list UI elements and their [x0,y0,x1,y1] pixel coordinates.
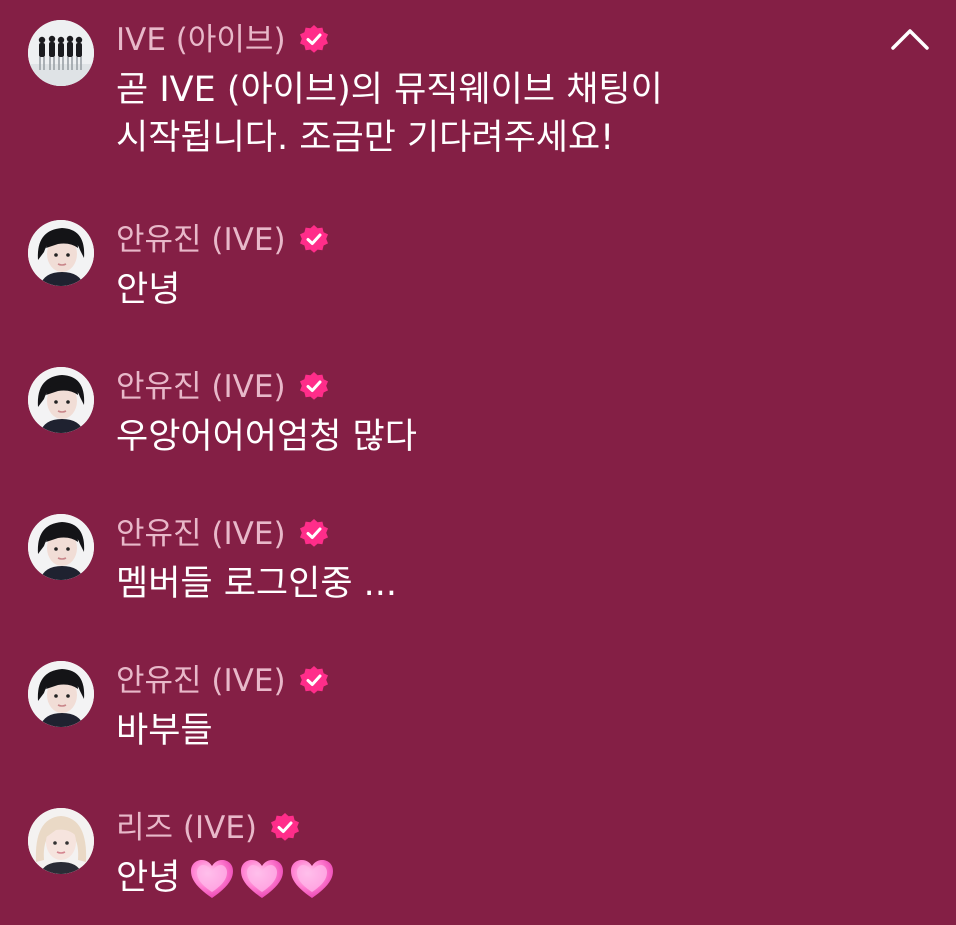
sender-name: 안유진 (IVE) [116,516,286,552]
sender-name: IVE (아이브) [116,22,286,58]
avatar[interactable] [28,20,94,86]
message-text: 안녕 [116,270,181,310]
collapse-button[interactable] [888,22,932,56]
message-text: 멤버들 로그인중 ... [116,564,398,604]
pink-heart-icon [291,860,334,898]
message-text: 안녕 [116,854,888,902]
message-text: 바부들 [116,711,213,751]
avatar[interactable] [28,367,94,433]
sender-name: 안유진 (IVE) [116,222,286,258]
message-text-body: 안녕 [116,858,181,898]
verified-badge-icon [299,519,328,547]
sender-name: 안유진 (IVE) [116,663,286,699]
verified-badge-icon [299,666,328,694]
verified-badge-icon [299,225,328,253]
sender-name: 안유진 (IVE) [116,369,286,405]
emoji-group [188,857,338,901]
verified-badge-icon [299,25,328,53]
message-text: 곧 IVE (아이브)의 뮤직웨이브 채팅이 시작됩니다. 조금만 기다려주세요… [116,70,663,158]
avatar[interactable] [28,661,94,727]
verified-badge-icon [271,813,300,841]
avatar[interactable] [28,220,94,286]
pink-heart-icon [241,860,284,898]
message-text: 우앙어어어엄청 많다 [116,417,417,457]
verified-badge-icon [299,372,328,400]
pink-heart-icon [191,860,234,898]
chevron-up-icon [891,29,929,50]
sender-name: 리즈 (IVE) [116,810,258,846]
avatar[interactable] [28,808,94,874]
avatar[interactable] [28,514,94,580]
